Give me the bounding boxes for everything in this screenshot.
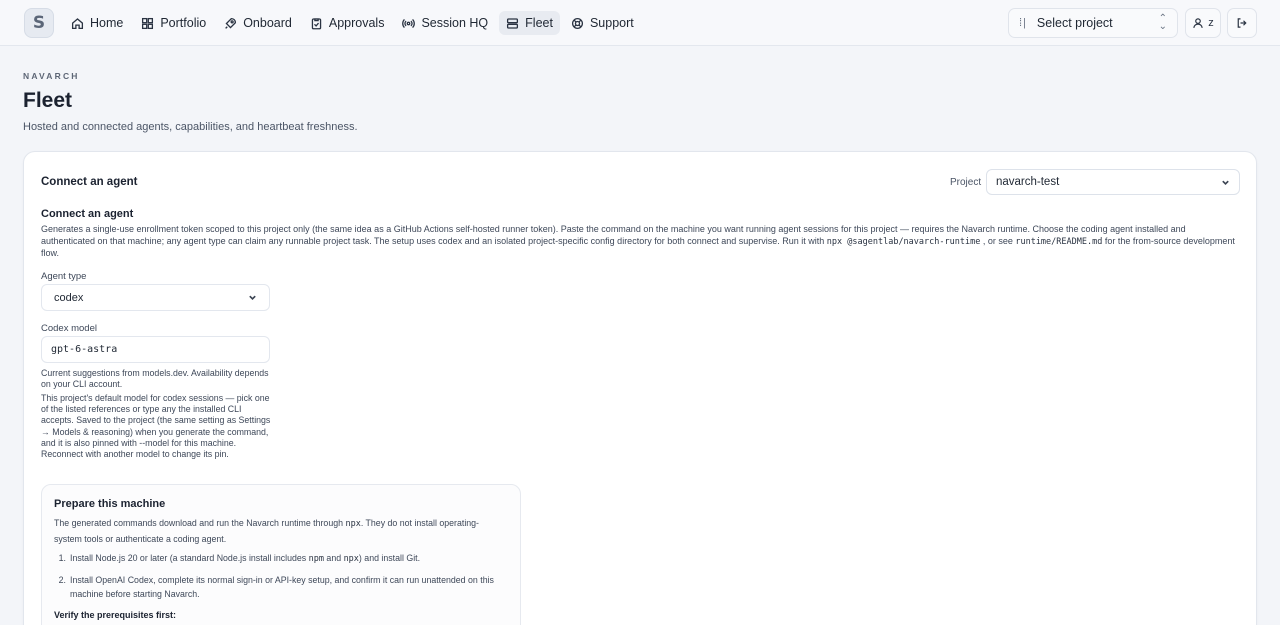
project-selector-label: Select project xyxy=(1036,16,1113,30)
prepare-title: Prepare this machine xyxy=(54,498,166,510)
nav-item-home[interactable]: Home xyxy=(64,11,130,35)
step-text-part: Install Node.js 20 or later (a standard … xyxy=(70,553,309,563)
project-icon: ⁞| xyxy=(1019,17,1027,29)
nav-item-label: Support xyxy=(589,16,634,30)
main-nav: Home Portfolio Onboard Approvals Session… xyxy=(64,11,641,35)
server-icon xyxy=(507,17,519,29)
agent-type-select[interactable]: codex xyxy=(41,284,270,311)
desc-text: The generated commands download and run … xyxy=(54,518,346,528)
prepare-description: The generated commands download and run … xyxy=(54,516,504,546)
project-dropdown[interactable]: navarch-test xyxy=(986,169,1240,195)
user-initial: z xyxy=(1208,17,1214,29)
user-icon xyxy=(1193,18,1203,28)
step-text: Install Node.js 20 or later (a standard … xyxy=(70,551,420,567)
model-input-value: gpt-6-astra xyxy=(51,344,118,355)
card-title: Connect an agent xyxy=(41,176,138,188)
step-text-part: and xyxy=(323,553,344,563)
app-logo[interactable]: S xyxy=(24,8,54,38)
agent-type-value: codex xyxy=(54,291,84,304)
home-icon xyxy=(71,17,84,29)
nav-item-fleet[interactable]: Fleet xyxy=(499,11,560,35)
prerequisite-steps: 1. Install Node.js 20 or later (a standa… xyxy=(54,551,509,608)
chevron-down-icon xyxy=(248,293,257,302)
step-number: 2. xyxy=(58,574,66,585)
project-label: Project xyxy=(950,177,982,188)
top-navigation-bar: S Home Portfolio Onboard Approvals Sessi… xyxy=(0,0,1280,46)
step-text: Install OpenAI Codex, complete its norma… xyxy=(70,574,494,600)
nav-item-approvals[interactable]: Approvals xyxy=(303,11,392,35)
nav-item-session-hq[interactable]: Session HQ xyxy=(395,11,495,35)
npx-code: npx xyxy=(345,519,361,529)
list-item: 1. Install Node.js 20 or later (a standa… xyxy=(54,551,509,567)
nav-item-onboard[interactable]: Onboard xyxy=(217,11,299,35)
npx-code: npx xyxy=(343,554,359,564)
step-number: 1. xyxy=(58,553,66,563)
page-eyebrow: NAVARCH xyxy=(23,71,80,81)
nav-item-label: Portfolio xyxy=(160,16,207,30)
page-subtitle: Hosted and connected agents, capabilitie… xyxy=(23,121,358,133)
runtime-command-code: npx @sagentlab/navarch-runtime xyxy=(826,236,981,247)
list-item: 2. Install OpenAI Codex, complete its no… xyxy=(54,573,509,602)
user-menu-button[interactable]: z xyxy=(1185,8,1221,38)
project-dropdown-value: navarch-test xyxy=(996,176,1060,188)
readme-path-code: runtime/README.md xyxy=(1015,236,1103,247)
grid-icon xyxy=(142,17,154,29)
connect-agent-card: Connect an agent Project navarch-test Co… xyxy=(23,151,1257,625)
nav-item-label: Onboard xyxy=(243,16,292,30)
lifebuoy-icon xyxy=(571,17,583,29)
logo-letter: S xyxy=(32,13,46,33)
page-title: Fleet xyxy=(23,89,73,112)
nav-item-portfolio[interactable]: Portfolio xyxy=(134,11,213,35)
logout-button[interactable] xyxy=(1227,8,1257,38)
nav-item-label: Home xyxy=(90,16,124,30)
section-title: Connect an agent xyxy=(41,208,134,220)
chevron-down-icon xyxy=(1221,178,1230,187)
chevron-updown-icon: ⌃ ⌄ xyxy=(1158,13,1167,32)
nav-item-label: Fleet xyxy=(525,16,553,30)
agent-type-label: Agent type xyxy=(41,271,87,282)
model-input[interactable]: gpt-6-astra xyxy=(41,336,270,363)
nav-item-support[interactable]: Support xyxy=(564,11,641,35)
step-text-part: ) and install Git. xyxy=(358,553,421,563)
desc-text: , or see xyxy=(980,235,1016,246)
broadcast-icon xyxy=(402,18,416,28)
npm-code: npm xyxy=(308,554,324,564)
clipboard-check-icon xyxy=(311,17,322,29)
logout-icon xyxy=(1237,18,1247,28)
nav-item-label: Session HQ xyxy=(421,16,489,30)
model-suggestions-help: Current suggestions from models.dev. Ava… xyxy=(41,368,269,390)
project-selector[interactable]: ⁞| Select project ⌃ ⌄ xyxy=(1008,8,1178,38)
model-default-help: This project's default model for codex s… xyxy=(41,393,271,460)
model-label: Codex model xyxy=(41,323,97,334)
verify-heading: Verify the prerequisites first: xyxy=(54,610,177,620)
rocket-icon xyxy=(225,17,237,29)
prepare-machine-panel: Prepare this machine The generated comma… xyxy=(41,484,521,625)
section-description: Generates a single-use enrollment token … xyxy=(41,224,1237,260)
nav-item-label: Approvals xyxy=(328,16,385,30)
